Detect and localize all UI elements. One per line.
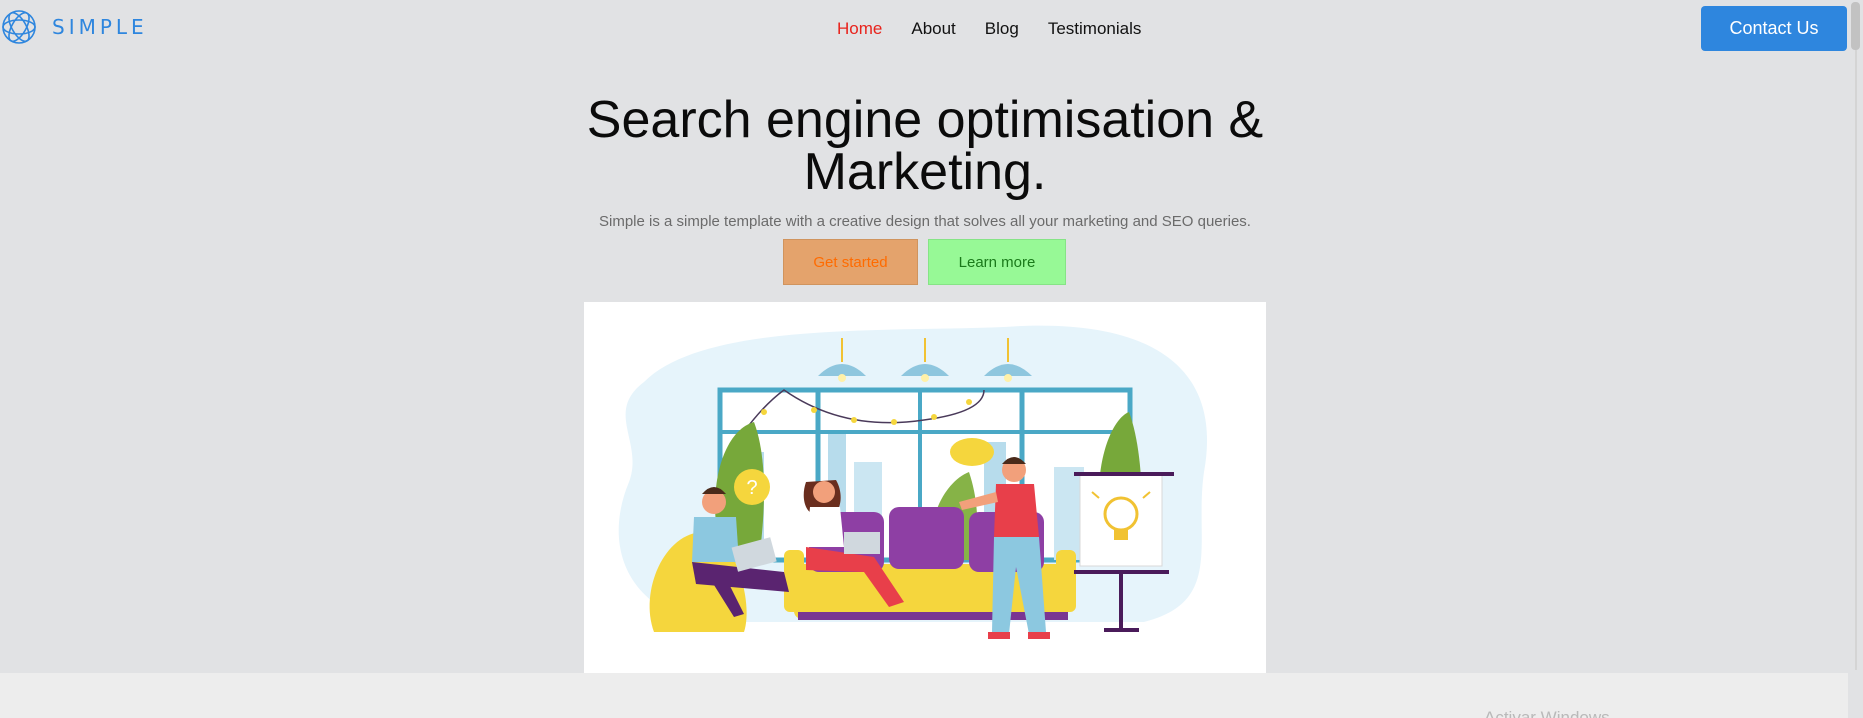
vertical-scrollbar[interactable]: [1848, 0, 1863, 718]
emoji-bubble: [950, 438, 994, 466]
brand-name: SIMPLE: [52, 15, 148, 39]
logo-knot-icon: [2, 10, 36, 44]
nav-blog[interactable]: Blog: [985, 19, 1019, 39]
main-nav: Home About Blog Testimonials: [837, 19, 1141, 39]
hero-illustration: ?: [584, 302, 1266, 673]
nav-testimonials[interactable]: Testimonials: [1048, 19, 1142, 39]
top-navbar: SIMPLE Home About Blog Testimonials Cont…: [0, 0, 1863, 56]
hero-title: Search engine optimisation & Marketing.: [380, 94, 1470, 198]
learn-more-button[interactable]: Learn more: [928, 239, 1066, 285]
hero-title-line1: Search engine optimisation &: [586, 91, 1264, 149]
hero-title-line2: Marketing.: [803, 143, 1047, 201]
brand-logo[interactable]: SIMPLE: [0, 8, 148, 46]
hero-subtitle: Simple is a simple template with a creat…: [599, 213, 1251, 230]
question-mark: ?: [746, 477, 757, 499]
office-team-illustration: ?: [618, 325, 1208, 639]
get-started-button[interactable]: Get started: [783, 239, 918, 285]
scrollbar-thumb[interactable]: [1851, 2, 1860, 50]
nav-home[interactable]: Home: [837, 19, 882, 39]
nav-about[interactable]: About: [911, 19, 955, 39]
windows-activation-watermark: Activar Windows: [1484, 708, 1610, 718]
scrollbar-track: [1855, 50, 1857, 670]
contact-us-button[interactable]: Contact Us: [1701, 6, 1847, 51]
